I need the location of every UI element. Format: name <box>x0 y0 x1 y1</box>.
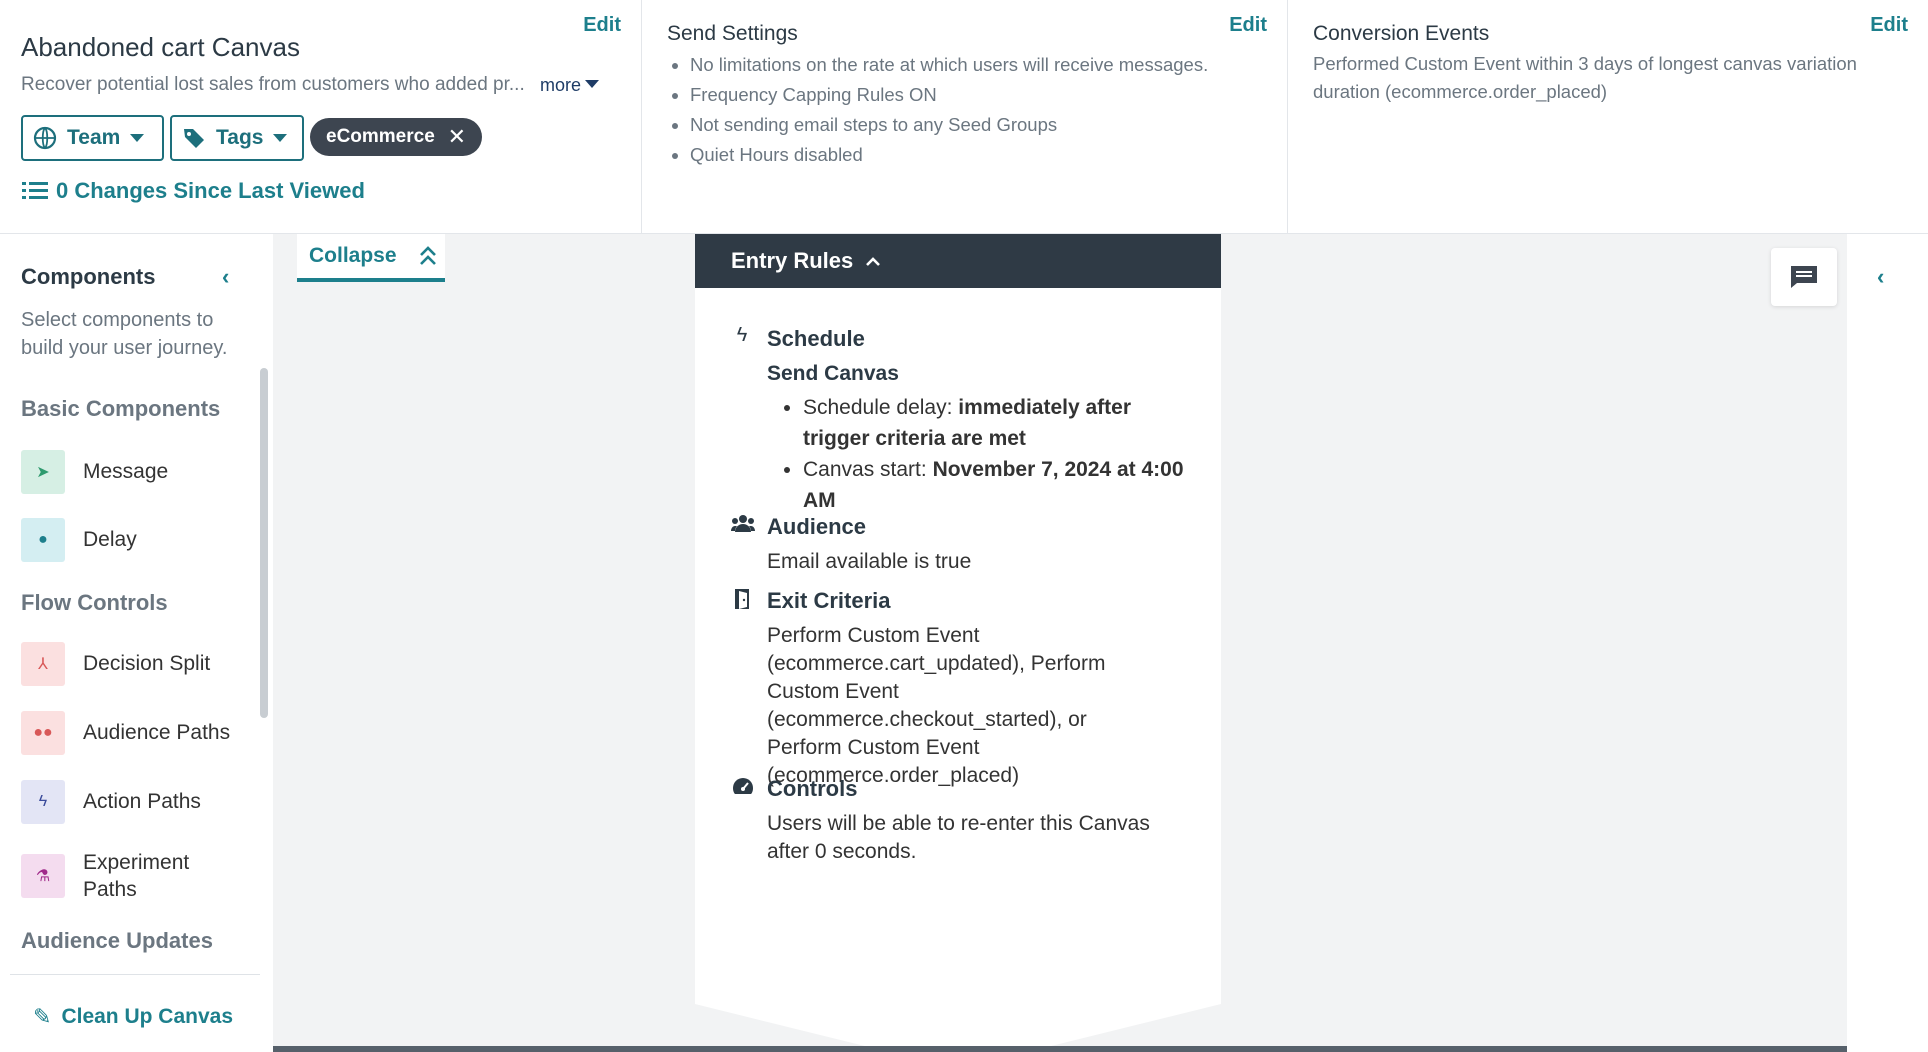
entry-rules-body: ϟ Schedule Send Canvas Schedule delay: i… <box>695 288 1221 1000</box>
entry-rules-card: Entry Rules ϟ Schedule Send Canvas Sched… <box>695 234 1221 1050</box>
schedule-details-list: Schedule delay: immediately after trigge… <box>803 392 1193 516</box>
workspace-bottom-bar <box>273 1046 1847 1052</box>
comments-button[interactable] <box>1771 248 1837 306</box>
double-chevron-up-icon <box>419 246 436 265</box>
component-action-paths-label: Action Paths <box>83 790 201 813</box>
team-dropdown[interactable]: Team <box>21 115 164 161</box>
entry-rules-header[interactable]: Entry Rules <box>695 234 1221 288</box>
send-setting-item: No limitations on the rate at which user… <box>690 50 1208 80</box>
component-experiment-paths-label: Experiment Paths <box>83 851 190 901</box>
gauge-icon <box>731 776 753 802</box>
schedule-delay-label: Schedule delay: <box>803 396 959 419</box>
send-settings-panel: Edit Send Settings No limitations on the… <box>642 0 1288 233</box>
clean-up-canvas-button[interactable]: ✎ Clean Up Canvas <box>33 1004 233 1030</box>
flask-icon: ⚗ <box>21 854 65 898</box>
canvas-details-panel: Edit Abandoned cart Canvas Recover poten… <box>0 0 642 233</box>
collapse-button[interactable]: Collapse <box>297 234 445 282</box>
section-audience-updates: Audience Updates <box>21 928 213 953</box>
caret-down-icon <box>585 80 600 88</box>
more-label: more <box>540 75 582 95</box>
schedule-heading: Schedule <box>767 326 865 351</box>
split-icon: ⅄ <box>21 642 65 686</box>
send-canvas-label: Send Canvas <box>767 362 899 385</box>
canvas-workspace[interactable]: Collapse Entry Rules ϟ Schedule Send Can… <box>273 234 1847 1052</box>
tag-chip-ecommerce: eCommerce ✕ <box>310 118 482 156</box>
tags-label: Tags <box>216 126 264 149</box>
component-message-label: Message <box>83 460 169 483</box>
canvas-title: Abandoned cart Canvas <box>21 32 300 62</box>
users-icon: ●● <box>21 711 65 755</box>
conversion-events-panel: Edit Conversion Events Performed Custom … <box>1288 0 1928 233</box>
chevron-down-icon <box>273 134 288 142</box>
lightning-icon: ϟ <box>736 324 748 346</box>
clock-icon: ● <box>21 518 65 562</box>
team-label: Team <box>67 126 121 149</box>
users-icon <box>731 514 755 538</box>
remove-tag-icon[interactable]: ✕ <box>448 124 466 150</box>
expand-right-panel-icon[interactable]: ‹ <box>1877 264 1884 290</box>
paper-plane-icon: ➤ <box>21 450 65 494</box>
send-setting-item: Frequency Capping Rules ON <box>690 80 1208 110</box>
changes-since-viewed-link[interactable]: 0 Changes Since Last Viewed <box>22 178 365 204</box>
canvas-summary-header: Edit Abandoned cart Canvas Recover poten… <box>0 0 1928 234</box>
lightning-icon: ϟ <box>21 780 65 824</box>
component-decision-split[interactable]: ⅄ Decision Split <box>21 642 210 686</box>
comment-icon <box>1791 266 1817 288</box>
section-basic-components: Basic Components <box>21 396 221 421</box>
schedule-delay-item: Schedule delay: immediately after trigge… <box>803 392 1193 454</box>
component-decision-split-label: Decision Split <box>83 652 211 675</box>
exit-criteria-heading: Exit Criteria <box>767 588 891 613</box>
components-description: Select components to build your user jou… <box>21 309 228 359</box>
changes-label: 0 Changes Since Last Viewed <box>56 178 365 203</box>
chevron-up-icon <box>866 257 881 266</box>
component-experiment-paths[interactable]: ⚗ Experiment Paths <box>21 849 221 903</box>
canvas-description: Recover potential lost sales from custom… <box>21 74 525 95</box>
chevron-down-icon <box>130 134 145 142</box>
conversion-description: Performed Custom Event within 3 days of … <box>1313 53 1857 102</box>
list-icon <box>22 182 48 199</box>
conversion-title: Conversion Events <box>1313 22 1490 45</box>
entry-card-arrow-tail <box>695 1000 1221 1050</box>
canvas-start-item: Canvas start: November 7, 2024 at 4:00 A… <box>803 454 1193 516</box>
sidebar-scrollbar[interactable] <box>260 368 268 718</box>
audience-text: Email available is true <box>767 550 972 573</box>
exit-criteria-text: Perform Custom Event (ecommerce.cart_upd… <box>767 624 1106 787</box>
globe-icon <box>33 126 57 150</box>
canvas-start-label: Canvas start: <box>803 458 933 481</box>
component-audience-paths-label: Audience Paths <box>83 721 231 744</box>
component-delay[interactable]: ● Delay <box>21 518 137 562</box>
components-title: Components <box>21 264 156 289</box>
exit-door-icon <box>731 588 753 616</box>
audience-heading: Audience <box>767 514 867 539</box>
tags-dropdown[interactable]: Tags <box>170 115 304 161</box>
right-panel-rail: ‹ <box>1847 234 1928 1052</box>
controls-text: Users will be able to re-enter this Canv… <box>767 812 1150 863</box>
send-settings-list: No limitations on the rate at which user… <box>690 50 1208 170</box>
magic-wand-icon: ✎ <box>33 1004 52 1029</box>
edit-conversion-link[interactable]: Edit <box>1870 14 1908 37</box>
component-delay-label: Delay <box>83 528 137 551</box>
controls-heading: Controls <box>767 776 858 801</box>
collapse-label: Collapse <box>309 244 397 267</box>
clean-up-canvas-label: Clean Up Canvas <box>61 1005 233 1028</box>
send-setting-item: Not sending email steps to any Seed Grou… <box>690 110 1208 140</box>
collapse-sidebar-icon[interactable]: ‹ <box>222 264 229 290</box>
send-settings-title: Send Settings <box>667 22 798 45</box>
component-message[interactable]: ➤ Message <box>21 450 168 494</box>
component-audience-paths[interactable]: ●● Audience Paths <box>21 711 230 755</box>
components-sidebar: Components ‹ Select components to build … <box>0 234 272 1052</box>
send-setting-item: Quiet Hours disabled <box>690 140 1208 170</box>
component-action-paths[interactable]: ϟ Action Paths <box>21 780 201 824</box>
sidebar-divider <box>10 974 260 975</box>
section-flow-controls: Flow Controls <box>21 590 168 615</box>
entry-rules-title: Entry Rules <box>731 248 854 273</box>
edit-details-link[interactable]: Edit <box>583 14 621 37</box>
edit-send-settings-link[interactable]: Edit <box>1229 14 1267 37</box>
tag-icon <box>184 129 204 148</box>
tag-chip-label: eCommerce <box>326 126 435 147</box>
more-toggle[interactable]: more <box>540 75 600 96</box>
